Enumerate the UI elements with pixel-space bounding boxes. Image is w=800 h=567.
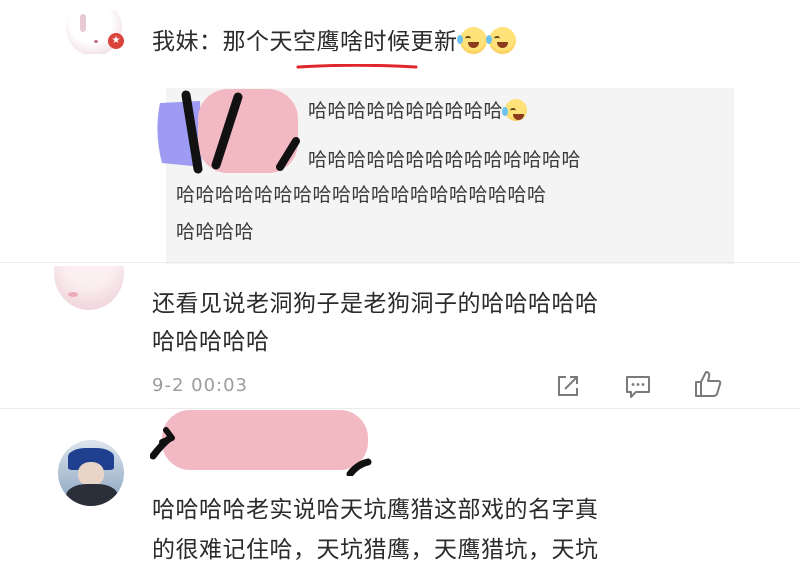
comment-text: 我妹：那个天空鹰啥时候更新 xyxy=(152,22,516,56)
comment-timestamp: 9-2 00:03 xyxy=(152,375,248,396)
share-icon[interactable] xyxy=(552,370,584,402)
comment-author: 我妹： xyxy=(152,29,223,55)
comment-text: 的很难记住哈，天坑猎鹰，天鹰猎坑，天坑 xyxy=(152,537,599,563)
divider xyxy=(0,408,800,409)
red-underline xyxy=(296,64,418,69)
comment-text: 哈哈哈哈老实说哈天坑鹰猎这部戏的名字真 xyxy=(152,497,599,523)
avatar[interactable] xyxy=(52,266,126,312)
quote-line: 哈哈哈哈 xyxy=(176,221,255,243)
laugh-cry-emoji-icon xyxy=(456,27,487,54)
quote-line: 哈哈哈哈哈哈哈哈哈哈哈哈哈哈哈哈哈哈哈 xyxy=(176,184,547,206)
thumbs-up-icon[interactable] xyxy=(692,368,724,400)
quote-line: 哈哈哈哈哈哈哈哈哈哈哈哈哈哈 xyxy=(308,149,582,171)
redacted-avatar xyxy=(157,89,300,174)
comment-text: 还看见说老洞狗子是老狗洞子的哈哈哈哈哈 xyxy=(152,291,599,317)
comment-body: 那个天空鹰啥时候更新 xyxy=(222,29,458,55)
verified-badge-icon: ★ xyxy=(108,33,124,49)
laugh-cry-emoji-icon xyxy=(502,99,528,121)
avatar[interactable] xyxy=(58,440,124,506)
divider xyxy=(0,262,800,263)
comment-text: 哈哈哈哈哈 xyxy=(152,329,270,355)
laugh-cry-emoji-icon xyxy=(485,27,516,54)
quote-line: 哈哈哈哈哈哈哈哈哈哈 xyxy=(308,96,528,123)
comment-icon[interactable] xyxy=(622,370,654,402)
redacted-username xyxy=(150,410,372,476)
